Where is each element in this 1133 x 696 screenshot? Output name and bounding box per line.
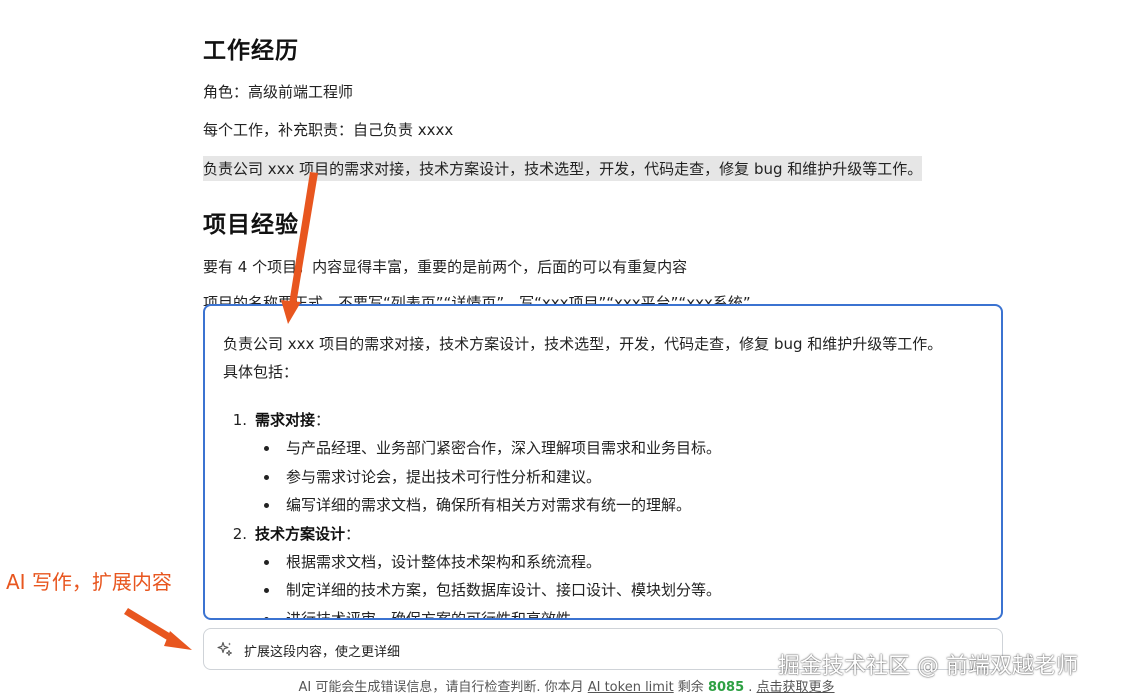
role-line: 角色：高级前端工程师 bbox=[203, 83, 354, 101]
work-experience-heading: 工作经历 bbox=[203, 38, 299, 64]
tokens-remaining-count: 8085 bbox=[707, 680, 745, 695]
prompt-text[interactable]: 扩展这段内容，使之更详细 bbox=[244, 641, 400, 660]
bullet-item: 与产品经理、业务部门紧密合作，深入理解项目需求和业务目标。 bbox=[263, 434, 981, 463]
annotation-label: AI 写作，扩展内容 bbox=[6, 570, 172, 594]
project-experience-heading: 项目经验 bbox=[203, 212, 299, 238]
list-item: 2. 技术方案设计： 根据需求文档，设计整体技术架构和系统流程。 制定详细的技术方… bbox=[223, 520, 981, 618]
selected-text[interactable]: 负责公司 xxx 项目的需求对接，技术方案设计，技术选型，开发，代码走查，修复 … bbox=[203, 156, 923, 181]
get-more-link[interactable]: 点击获取更多 bbox=[757, 680, 835, 695]
bullet-list: 与产品经理、业务部门紧密合作，深入理解项目需求和业务目标。 参与需求讨论会，提出… bbox=[263, 434, 981, 520]
bullet-item: 参与需求讨论会，提出技术可行性分析和建议。 bbox=[263, 463, 981, 492]
ai-intro-subline: 具体包括： bbox=[223, 363, 299, 381]
section-title: 需求对接 bbox=[255, 411, 316, 429]
ai-result-intro: 负责公司 xxx 项目的需求对接，技术方案设计，技术选型，开发，代码走查，修复 … bbox=[223, 330, 981, 386]
ai-result-panel[interactable]: 负责公司 xxx 项目的需求对接，技术方案设计，技术选型，开发，代码走查，修复 … bbox=[203, 304, 1003, 620]
watermark: 掘金技术社区 @ 前端双越老师 bbox=[778, 654, 1078, 679]
list-item: 1. 需求对接： 与产品经理、业务部门紧密合作，深入理解项目需求和业务目标。 参与… bbox=[223, 406, 981, 520]
disclaimer-remaining-text: 剩余 bbox=[673, 680, 708, 695]
section-title: 技术方案设计 bbox=[255, 524, 346, 543]
token-limit-link[interactable]: AI token limit bbox=[588, 680, 674, 695]
section-colon: ： bbox=[315, 411, 331, 429]
list-number: 2. bbox=[232, 524, 247, 543]
duty-hint-line: 每个工作，补充职责：自己负责 xxxx bbox=[203, 121, 454, 139]
section-colon: ： bbox=[345, 524, 361, 543]
bullet-list: 根据需求文档，设计整体技术架构和系统流程。 制定详细的技术方案，包括数据库设计、… bbox=[263, 548, 981, 618]
bullet-item: 编写详细的需求文档，确保所有相关方对需求有统一的理解。 bbox=[263, 491, 981, 520]
bullet-item: 制定详细的技术方案，包括数据库设计、接口设计、模块划分等。 bbox=[263, 576, 981, 605]
arrow-to-prompt bbox=[124, 608, 192, 650]
disclaimer-separator: . bbox=[744, 680, 757, 695]
bullet-item: 进行技术评审，确保方案的可行性和高效性。 bbox=[263, 605, 981, 618]
ai-intro-line: 负责公司 xxx 项目的需求对接，技术方案设计，技术选型，开发，代码走查，修复 … bbox=[223, 335, 943, 353]
list-number: 1. bbox=[232, 411, 247, 429]
disclaimer-text: AI 可能会生成错误信息，请自行检查判断. 你本月 bbox=[298, 680, 588, 695]
ai-result-list: 1. 需求对接： 与产品经理、业务部门紧密合作，深入理解项目需求和业务目标。 参与… bbox=[223, 406, 981, 618]
project-requirement-line: 要有 4 个项目，内容显得丰富，重要的是前两个，后面的可以有重复内容 bbox=[203, 258, 688, 276]
bullet-item: 根据需求文档，设计整体技术架构和系统流程。 bbox=[263, 548, 981, 577]
sparkle-icon bbox=[217, 641, 232, 656]
